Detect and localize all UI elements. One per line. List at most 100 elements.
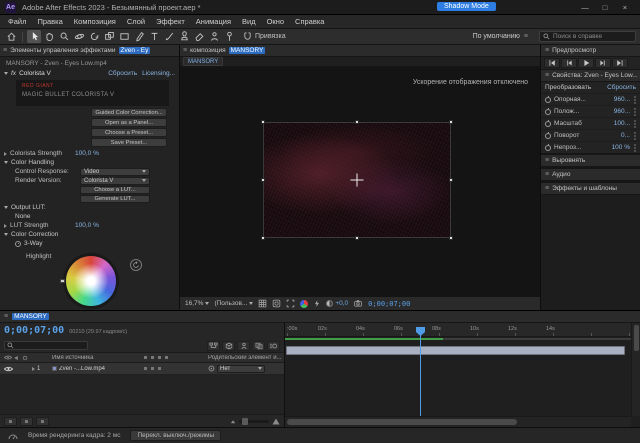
channels-button[interactable] [300, 300, 308, 308]
twirl-right-icon[interactable] [4, 152, 7, 156]
drag-grip-icon[interactable] [634, 111, 636, 113]
quality-switch-icon[interactable] [144, 367, 147, 370]
draft-3d-button[interactable] [222, 341, 235, 351]
close-button[interactable]: × [615, 3, 635, 12]
timeline-tab[interactable]: MANSORY [12, 313, 49, 320]
property-value[interactable]: 0... [621, 132, 630, 139]
hue-ring-handle[interactable] [60, 279, 65, 283]
pan-behind-tool[interactable] [102, 30, 116, 43]
drag-grip-icon[interactable] [634, 147, 636, 149]
property-value[interactable]: 960... [614, 96, 630, 103]
grid-guides-button[interactable] [258, 299, 267, 308]
render-version-dropdown[interactable]: Colorista V [80, 177, 150, 185]
stopwatch-icon[interactable] [545, 97, 551, 103]
selection-handle[interactable] [355, 236, 359, 240]
layer-source-name[interactable]: Zven -...Low.mp4 [59, 366, 105, 372]
pickwhip-icon[interactable] [208, 365, 215, 372]
last-frame-button[interactable] [612, 58, 628, 68]
menu-layer[interactable]: Слой [127, 17, 145, 26]
video-preview-frame[interactable] [264, 123, 450, 237]
anchor-point-crosshair[interactable] [351, 174, 364, 187]
twirl-down-icon[interactable] [4, 233, 8, 236]
colorista-strength-value[interactable]: 100,0 % [75, 150, 99, 157]
align-panel-header[interactable]: ≡ Выровнять [541, 155, 640, 167]
menu-effect[interactable]: Эффект [156, 17, 185, 26]
composition-mini-flowchart-button[interactable] [207, 341, 220, 351]
property-value[interactable]: 100 % [612, 144, 630, 151]
panel-menu-icon[interactable]: ≡ [545, 72, 549, 79]
rectangle-tool[interactable] [117, 30, 131, 43]
choose-preset-button[interactable]: Choose a Preset... [91, 128, 167, 137]
timeline-search-input[interactable] [4, 341, 88, 350]
reset-effect-link[interactable]: Сбросить [108, 70, 137, 77]
playhead-line[interactable] [420, 334, 421, 416]
selection-handle[interactable] [355, 120, 359, 124]
selection-handle[interactable] [449, 178, 453, 182]
effect-controls-tab[interactable]: ≡ Элементы управления эффектами Zven - E… [0, 45, 179, 57]
selection-handle[interactable] [449, 236, 453, 240]
timeline-zoom-slider[interactable] [239, 420, 269, 423]
stopwatch-icon[interactable] [545, 121, 551, 127]
output-lut-row[interactable]: Output LUT: [0, 203, 179, 212]
property-value[interactable]: 100... [614, 120, 630, 127]
color-correction-row[interactable]: Color Correction [0, 230, 179, 239]
scrollbar-thumb[interactable] [287, 419, 517, 425]
shadow-mode-badge[interactable]: Shadow Mode [437, 2, 496, 11]
menu-animation[interactable]: Анимация [196, 17, 231, 26]
expand-transfer-controls-button[interactable] [20, 417, 33, 426]
timeline-horizontal-scrollbar[interactable] [285, 416, 631, 427]
comp-viewer-tab[interactable]: MANSORY [183, 57, 223, 66]
effect-header-row[interactable]: fx Colorista V Сбросить Licensing... [0, 69, 179, 78]
twirl-down-icon[interactable] [4, 161, 8, 164]
help-search-input[interactable]: Поиск в справке [539, 31, 636, 42]
menu-view[interactable]: Вид [242, 17, 256, 26]
stopwatch-icon[interactable] [545, 145, 551, 151]
color-handling-row[interactable]: Color Handling [0, 158, 179, 167]
colorista-strength-row[interactable]: Colorista Strength 100,0 % [0, 149, 179, 158]
panel-menu-icon[interactable]: ≡ [4, 313, 8, 320]
type-tool[interactable] [147, 30, 161, 43]
region-of-interest-button[interactable] [286, 299, 295, 308]
panel-menu-icon[interactable]: ≡ [545, 185, 549, 192]
previous-frame-button[interactable] [561, 58, 577, 68]
next-frame-button[interactable] [595, 58, 611, 68]
menu-help[interactable]: Справка [295, 17, 324, 26]
preview-panel-header[interactable]: ≡ Предпросмотр [541, 45, 640, 57]
parent-link-column[interactable]: Родительский элемент и... [206, 355, 284, 361]
scrollbar-thumb[interactable] [634, 325, 639, 351]
lut-strength-value[interactable]: 100,0 % [75, 222, 99, 229]
layer-name-cell[interactable]: Zven -...Low.mp4 [52, 366, 144, 372]
play-button[interactable] [578, 58, 594, 68]
panel-menu-icon[interactable]: ≡ [3, 47, 7, 54]
audio-panel-header[interactable]: ≡ Аудио [541, 169, 640, 181]
eraser-tool[interactable] [192, 30, 206, 43]
pen-tool[interactable] [132, 30, 146, 43]
licensing-link[interactable]: Licensing... [142, 70, 175, 77]
snapping-control[interactable]: Привязка [243, 32, 286, 41]
generate-lut-button[interactable]: Generate LUT... [80, 195, 150, 203]
panel-menu-icon[interactable]: ≡ [545, 157, 549, 164]
rotation-tool[interactable] [87, 30, 101, 43]
highlight-color-wheel[interactable] [66, 256, 116, 306]
roto-brush-tool[interactable] [207, 30, 221, 43]
shy-layers-button[interactable] [237, 341, 250, 351]
panel-menu-icon[interactable]: ≡ [545, 47, 549, 54]
snapshot-button[interactable] [353, 299, 363, 308]
transform-reset-link[interactable]: Сбросить [607, 84, 636, 91]
expand-in-out-button[interactable] [36, 417, 49, 426]
first-frame-button[interactable] [544, 58, 560, 68]
drag-grip-icon[interactable] [634, 135, 636, 137]
orbit-camera-tool[interactable] [72, 30, 86, 43]
effects-presets-panel-header[interactable]: ≡ Эффекты и шаблоны [541, 183, 640, 195]
parent-dropdown[interactable]: Нет [217, 365, 265, 373]
choose-lut-button[interactable]: Choose a LUT... [80, 186, 150, 194]
panel-menu-icon[interactable]: ≡ [183, 47, 187, 54]
magnification-control[interactable]: 16,7% [185, 300, 209, 307]
twirl-down-icon[interactable] [4, 206, 8, 209]
layer-track[interactable] [285, 345, 631, 356]
menu-file[interactable]: Файл [8, 17, 26, 26]
save-preset-button[interactable]: Save Preset... [91, 138, 167, 147]
effects-switch-icon[interactable] [151, 367, 154, 370]
twirl-right-icon[interactable] [4, 224, 7, 228]
selection-handle[interactable] [261, 236, 265, 240]
